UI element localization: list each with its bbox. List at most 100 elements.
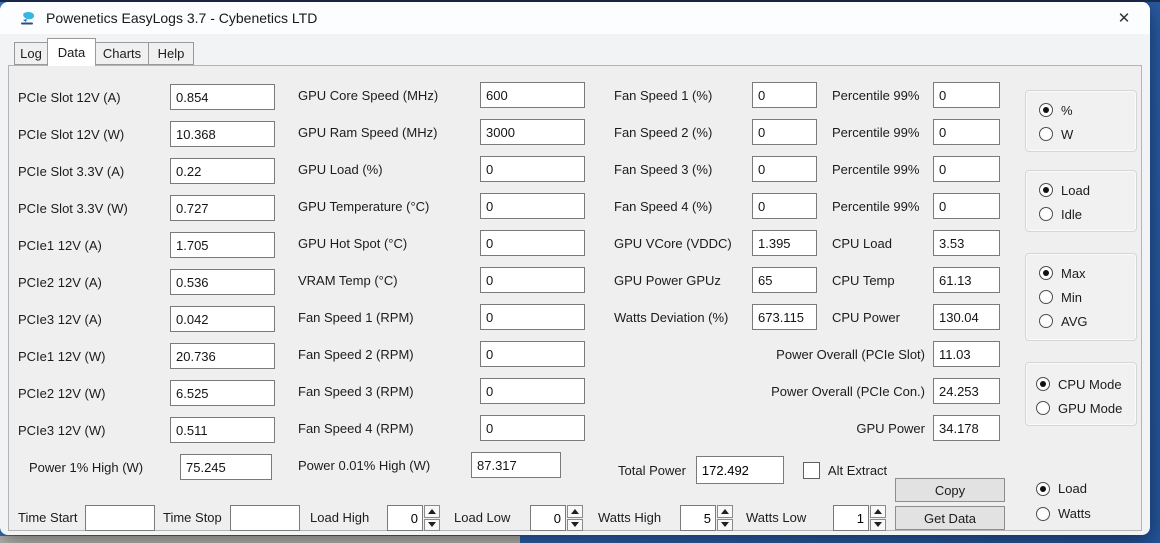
- watts-high-stepper: [680, 505, 733, 531]
- watts-low-input[interactable]: [833, 505, 869, 531]
- data-row: PCIe2 12V (W): [18, 380, 275, 406]
- time-start-input[interactable]: [85, 505, 155, 531]
- tab-data[interactable]: Data: [47, 38, 96, 66]
- radio-avg[interactable]: AVG: [1039, 309, 1136, 333]
- field-input[interactable]: [170, 417, 275, 443]
- field-label: PCIe Slot 3.3V (W): [18, 201, 170, 216]
- field-label: Percentile 99%: [700, 162, 925, 177]
- total-power-input[interactable]: [696, 456, 784, 484]
- radio-load[interactable]: Load: [1039, 178, 1136, 202]
- field-input[interactable]: [480, 193, 585, 219]
- field-input[interactable]: [170, 269, 275, 295]
- field-input[interactable]: [170, 84, 275, 110]
- field-input[interactable]: [933, 378, 1000, 404]
- tab-log[interactable]: Log: [14, 42, 48, 65]
- field-input[interactable]: [480, 415, 585, 441]
- arrow-down-icon: [428, 522, 436, 527]
- get-data-button[interactable]: Get Data: [895, 506, 1005, 530]
- radio-display-watts[interactable]: Watts: [1036, 501, 1091, 526]
- radio-label: CPU Mode: [1058, 377, 1122, 392]
- field-input[interactable]: [170, 306, 275, 332]
- field-input[interactable]: [933, 119, 1000, 145]
- arrow-down-icon: [721, 522, 729, 527]
- field-input[interactable]: [480, 230, 585, 256]
- field-label: GPU Power: [700, 421, 925, 436]
- field-label: Fan Speed 2 (RPM): [298, 347, 480, 362]
- spin-down-button[interactable]: [717, 519, 733, 532]
- radio-cpu-mode[interactable]: CPU Mode: [1036, 372, 1136, 396]
- spin-down-button[interactable]: [567, 519, 583, 532]
- field-input[interactable]: [933, 193, 1000, 219]
- arrow-down-icon: [874, 522, 882, 527]
- spin-up-button[interactable]: [424, 505, 440, 518]
- radio-gpu-mode[interactable]: GPU Mode: [1036, 396, 1136, 420]
- radio-min[interactable]: Min: [1039, 285, 1136, 309]
- field-input[interactable]: [933, 156, 1000, 182]
- copy-button[interactable]: Copy: [895, 478, 1005, 502]
- field-input[interactable]: [480, 156, 585, 182]
- data-row: GPU Power: [700, 415, 1000, 441]
- field-input[interactable]: [480, 82, 585, 108]
- field-input[interactable]: [170, 380, 275, 406]
- field-input[interactable]: [170, 343, 275, 369]
- arrow-down-icon: [571, 522, 579, 527]
- load-low-input[interactable]: [530, 505, 566, 531]
- field-input[interactable]: [170, 195, 275, 221]
- radio-percent[interactable]: %: [1039, 98, 1136, 122]
- field-input[interactable]: [170, 158, 275, 184]
- data-row: PCIe1 12V (A): [18, 232, 275, 258]
- close-button[interactable]: ✕: [1112, 7, 1136, 29]
- field-input[interactable]: [480, 304, 585, 330]
- radio-watts-unit[interactable]: W: [1039, 122, 1136, 146]
- field-input[interactable]: [933, 230, 1000, 256]
- data-row: Percentile 99%: [700, 82, 1000, 108]
- data-row: GPU Temperature (°C): [298, 193, 585, 219]
- field-input[interactable]: [933, 341, 1000, 367]
- field-input[interactable]: [480, 267, 585, 293]
- field-input[interactable]: [471, 452, 561, 478]
- field-label: VRAM Temp (°C): [298, 273, 480, 288]
- field-input[interactable]: [480, 341, 585, 367]
- alt-extract-checkbox[interactable]: [803, 462, 820, 479]
- field-input[interactable]: [933, 304, 1000, 330]
- tab-charts[interactable]: Charts: [95, 42, 149, 65]
- field-input[interactable]: [480, 378, 585, 404]
- field-input[interactable]: [480, 119, 585, 145]
- watts-high-input[interactable]: [680, 505, 716, 531]
- field-input[interactable]: [933, 82, 1000, 108]
- title-bar[interactable]: Powenetics EasyLogs 3.7 - Cybenetics LTD…: [0, 2, 1150, 34]
- time-stop-input[interactable]: [230, 505, 300, 531]
- radio-label: %: [1061, 103, 1073, 118]
- radio-label: AVG: [1061, 314, 1088, 329]
- spin-down-button[interactable]: [870, 519, 886, 532]
- field-label: CPU Load: [700, 236, 925, 251]
- data-row: PCIe Slot 12V (A): [18, 84, 275, 110]
- field-label: PCIe2 12V (A): [18, 275, 170, 290]
- field-label: GPU Ram Speed (MHz): [298, 125, 480, 140]
- field-label: PCIe1 12V (A): [18, 238, 170, 253]
- field-label: Fan Speed 1 (RPM): [298, 310, 480, 325]
- radio-idle[interactable]: Idle: [1039, 202, 1136, 226]
- data-row: GPU Core Speed (MHz): [298, 82, 585, 108]
- spin-up-button[interactable]: [870, 505, 886, 518]
- field-input[interactable]: [933, 415, 1000, 441]
- spin-up-button[interactable]: [717, 505, 733, 518]
- data-row: Fan Speed 1 (RPM): [298, 304, 585, 330]
- spin-down-button[interactable]: [424, 519, 440, 532]
- radio-display-load[interactable]: Load: [1036, 476, 1091, 501]
- field-input[interactable]: [170, 121, 275, 147]
- field-input[interactable]: [180, 454, 272, 480]
- field-label: Percentile 99%: [700, 125, 925, 140]
- data-row: VRAM Temp (°C): [298, 267, 585, 293]
- data-row: Percentile 99%: [700, 119, 1000, 145]
- data-row: Power Overall (PCIe Slot): [700, 341, 1000, 367]
- spin-up-button[interactable]: [567, 505, 583, 518]
- radio-max[interactable]: Max: [1039, 261, 1136, 285]
- field-input[interactable]: [170, 232, 275, 258]
- field-label: GPU Load (%): [298, 162, 480, 177]
- tab-help[interactable]: Help: [148, 42, 194, 65]
- field-input[interactable]: [933, 267, 1000, 293]
- total-power-row: Total Power Alt Extract: [618, 456, 887, 484]
- load-high-input[interactable]: [387, 505, 423, 531]
- desktop-bottom-strip: [0, 536, 520, 543]
